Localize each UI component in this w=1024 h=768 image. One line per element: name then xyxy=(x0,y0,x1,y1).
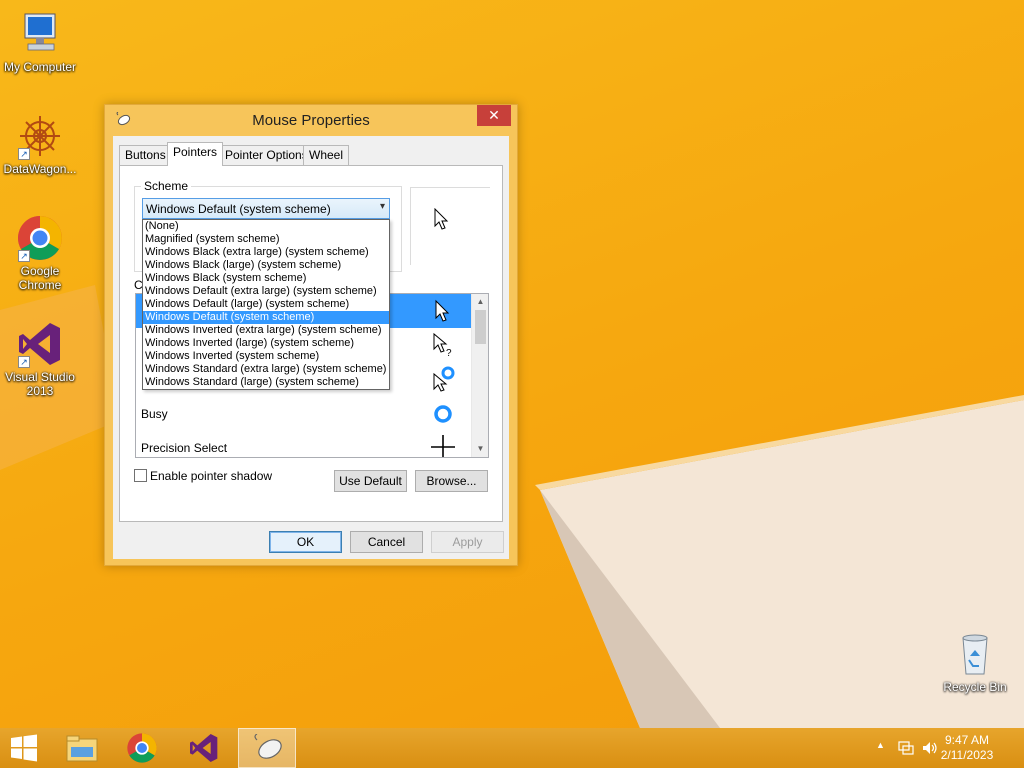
scroll-up-icon[interactable]: ▲ xyxy=(475,295,486,309)
desktop-icon-label: My Computer xyxy=(3,60,77,74)
show-hidden-icons-icon[interactable]: ▲ xyxy=(876,740,885,750)
shortcut-arrow-icon: ↗ xyxy=(18,148,30,160)
desktop-icon-datawagon[interactable]: ↗ DataWagon... xyxy=(0,112,80,176)
close-icon: ✕ xyxy=(488,107,500,123)
tab-label: Buttons xyxy=(125,148,166,162)
desktop-icon-label: DataWagon... xyxy=(3,162,77,176)
pointer-preview xyxy=(410,187,490,265)
dialog-titlebar[interactable]: Mouse Properties ✕ xyxy=(105,105,517,135)
taskbar-file-explorer[interactable] xyxy=(54,728,110,768)
help-select-cursor-icon: ? xyxy=(433,332,452,358)
scheme-option[interactable]: (None) xyxy=(143,220,389,233)
scheme-select[interactable]: Windows Default (system scheme) ▾ xyxy=(142,198,390,219)
browse-button[interactable]: Browse... xyxy=(415,470,488,492)
scheme-option[interactable]: Windows Inverted (extra large) (system s… xyxy=(143,324,389,337)
tab-pointers[interactable]: Pointers xyxy=(167,142,224,166)
apply-button[interactable]: Apply xyxy=(431,531,504,553)
shortcut-arrow-icon: ↗ xyxy=(18,356,30,368)
close-button[interactable]: ✕ xyxy=(477,105,511,126)
desktop-icon-label: Google Chrome xyxy=(18,264,62,292)
checkbox-box[interactable] xyxy=(134,469,147,482)
checkbox-label: Enable pointer shadow xyxy=(150,469,273,483)
tab-buttons[interactable]: Buttons xyxy=(119,145,172,165)
list-scrollbar[interactable]: ▲ ▼ xyxy=(471,294,488,457)
scheme-selected-value: Windows Default (system scheme) xyxy=(146,202,331,216)
start-icon xyxy=(11,734,37,762)
desktop-icon-label: Recycle Bin xyxy=(943,680,1007,694)
chrome-icon: ↗ xyxy=(16,214,64,262)
desktop-icon-google-chrome[interactable]: ↗ Google Chrome xyxy=(0,214,80,292)
dialog-title: Mouse Properties xyxy=(252,112,370,129)
scheme-dropdown-list[interactable]: (None) Magnified (system scheme) Windows… xyxy=(142,219,390,390)
desktop-icon-my-computer[interactable]: My Computer xyxy=(0,10,80,74)
list-item-label: Precision Select xyxy=(141,441,228,455)
chrome-icon xyxy=(127,733,157,763)
taskbar-mouse-properties[interactable] xyxy=(238,728,296,768)
list-item[interactable]: Precision Select xyxy=(136,430,472,457)
tab-label: Pointer Options xyxy=(225,148,308,162)
chevron-down-icon[interactable]: ▾ xyxy=(380,201,385,212)
arrow-cursor-icon xyxy=(434,208,449,230)
visual-studio-icon xyxy=(190,734,218,762)
tab-pointer-options[interactable]: Pointer Options xyxy=(219,145,314,165)
enable-pointer-shadow-checkbox[interactable]: Enable pointer shadow xyxy=(134,469,272,483)
busy-cursor-icon xyxy=(434,405,452,423)
desktop-icon-label: Visual Studio 2013 xyxy=(5,370,75,398)
taskbar-clock[interactable]: 9:47 AM 2/11/2023 xyxy=(932,733,1002,763)
scheme-option[interactable]: Windows Inverted (large) (system scheme) xyxy=(143,337,389,350)
network-icon[interactable] xyxy=(898,741,914,755)
scheme-label: Scheme xyxy=(141,179,192,193)
scheme-option[interactable]: Windows Default (large) (system scheme) xyxy=(143,298,389,311)
clock-time: 9:47 AM xyxy=(944,733,990,747)
tab-label: Pointers xyxy=(173,145,218,159)
scheme-option[interactable]: Windows Standard (large) (system scheme) xyxy=(143,376,389,389)
computer-icon xyxy=(16,10,64,58)
list-item-label: Busy xyxy=(141,407,168,421)
file-explorer-icon xyxy=(66,735,98,762)
crosshair-cursor-icon xyxy=(431,435,455,457)
scheme-option[interactable]: Windows Black (extra large) (system sche… xyxy=(143,246,389,259)
scheme-option[interactable]: Windows Black (system scheme) xyxy=(143,272,389,285)
tab-label: Wheel xyxy=(309,148,344,162)
working-in-background-cursor-icon xyxy=(433,366,455,392)
desktop-icon-visual-studio[interactable]: ↗ Visual Studio 2013 xyxy=(0,320,80,398)
datawagon-icon: ↗ xyxy=(16,112,64,160)
mouse-properties-icon xyxy=(254,734,282,759)
recycle-bin-icon xyxy=(951,630,999,678)
ok-button[interactable]: OK xyxy=(269,531,342,553)
shortcut-arrow-icon: ↗ xyxy=(18,250,30,262)
start-button[interactable] xyxy=(0,728,48,768)
taskbar-visual-studio[interactable] xyxy=(176,728,232,768)
scheme-option[interactable]: Magnified (system scheme) xyxy=(143,233,389,246)
scheme-option-selected[interactable]: Windows Default (system scheme) xyxy=(143,311,389,324)
use-default-button[interactable]: Use Default xyxy=(334,470,407,492)
list-item[interactable]: Busy xyxy=(136,396,472,430)
desktop-icon-recycle-bin[interactable]: Recycle Bin xyxy=(935,630,1015,694)
scheme-option[interactable]: Windows Standard (extra large) (system s… xyxy=(143,363,389,376)
clock-date: 2/11/2023 xyxy=(940,748,994,762)
taskbar: ▲ 9:47 AM 2/11/2023 xyxy=(0,728,1024,768)
taskbar-chrome[interactable] xyxy=(114,728,170,768)
scroll-down-icon[interactable]: ▼ xyxy=(475,442,486,456)
scheme-option[interactable]: Windows Black (large) (system scheme) xyxy=(143,259,389,272)
arrow-cursor-icon xyxy=(435,299,450,322)
scheme-option[interactable]: Windows Default (extra large) (system sc… xyxy=(143,285,389,298)
scheme-option[interactable]: Windows Inverted (system scheme) xyxy=(143,350,389,363)
visual-studio-icon: ↗ xyxy=(16,320,64,368)
scroll-thumb[interactable] xyxy=(475,310,486,344)
cancel-button[interactable]: Cancel xyxy=(350,531,423,553)
tab-wheel[interactable]: Wheel xyxy=(303,145,350,165)
svg-text:?: ? xyxy=(446,348,452,358)
